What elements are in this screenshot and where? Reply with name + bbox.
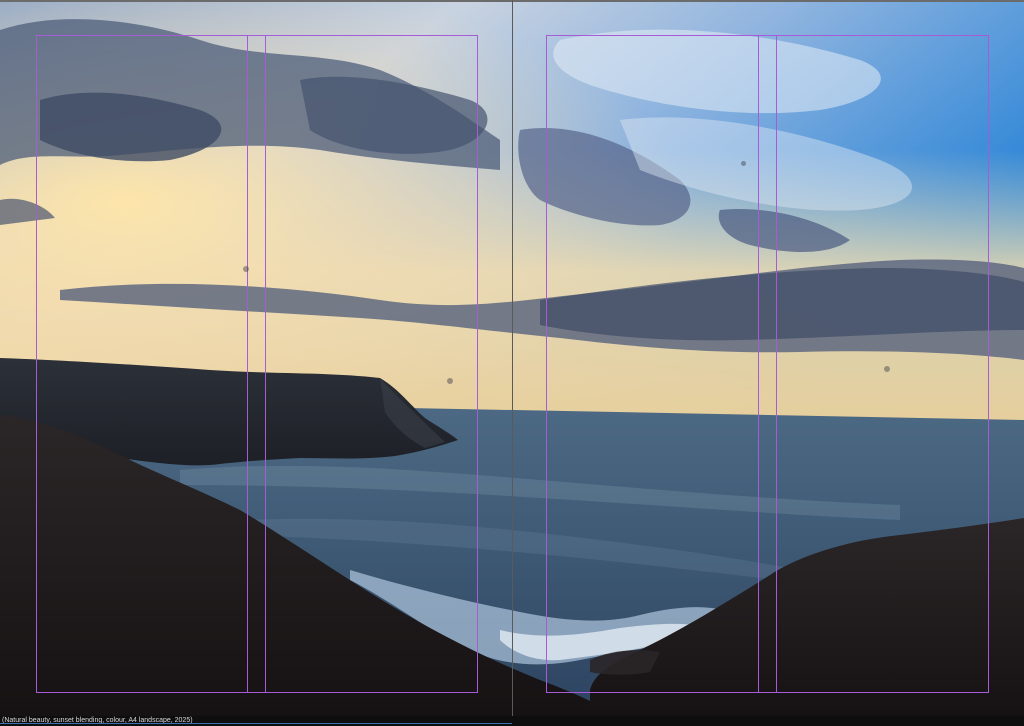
- dust-spot: [243, 266, 249, 272]
- dust-spot: [884, 366, 890, 372]
- image-caption[interactable]: (Natural beauty, sunset blending, colour…: [2, 715, 193, 726]
- spread-divider: [512, 0, 513, 718]
- caption-selection-underline: [0, 723, 512, 724]
- document-canvas: (Natural beauty, sunset blending, colour…: [0, 0, 1024, 726]
- dust-spot: [447, 378, 453, 384]
- dust-spot: [741, 161, 746, 166]
